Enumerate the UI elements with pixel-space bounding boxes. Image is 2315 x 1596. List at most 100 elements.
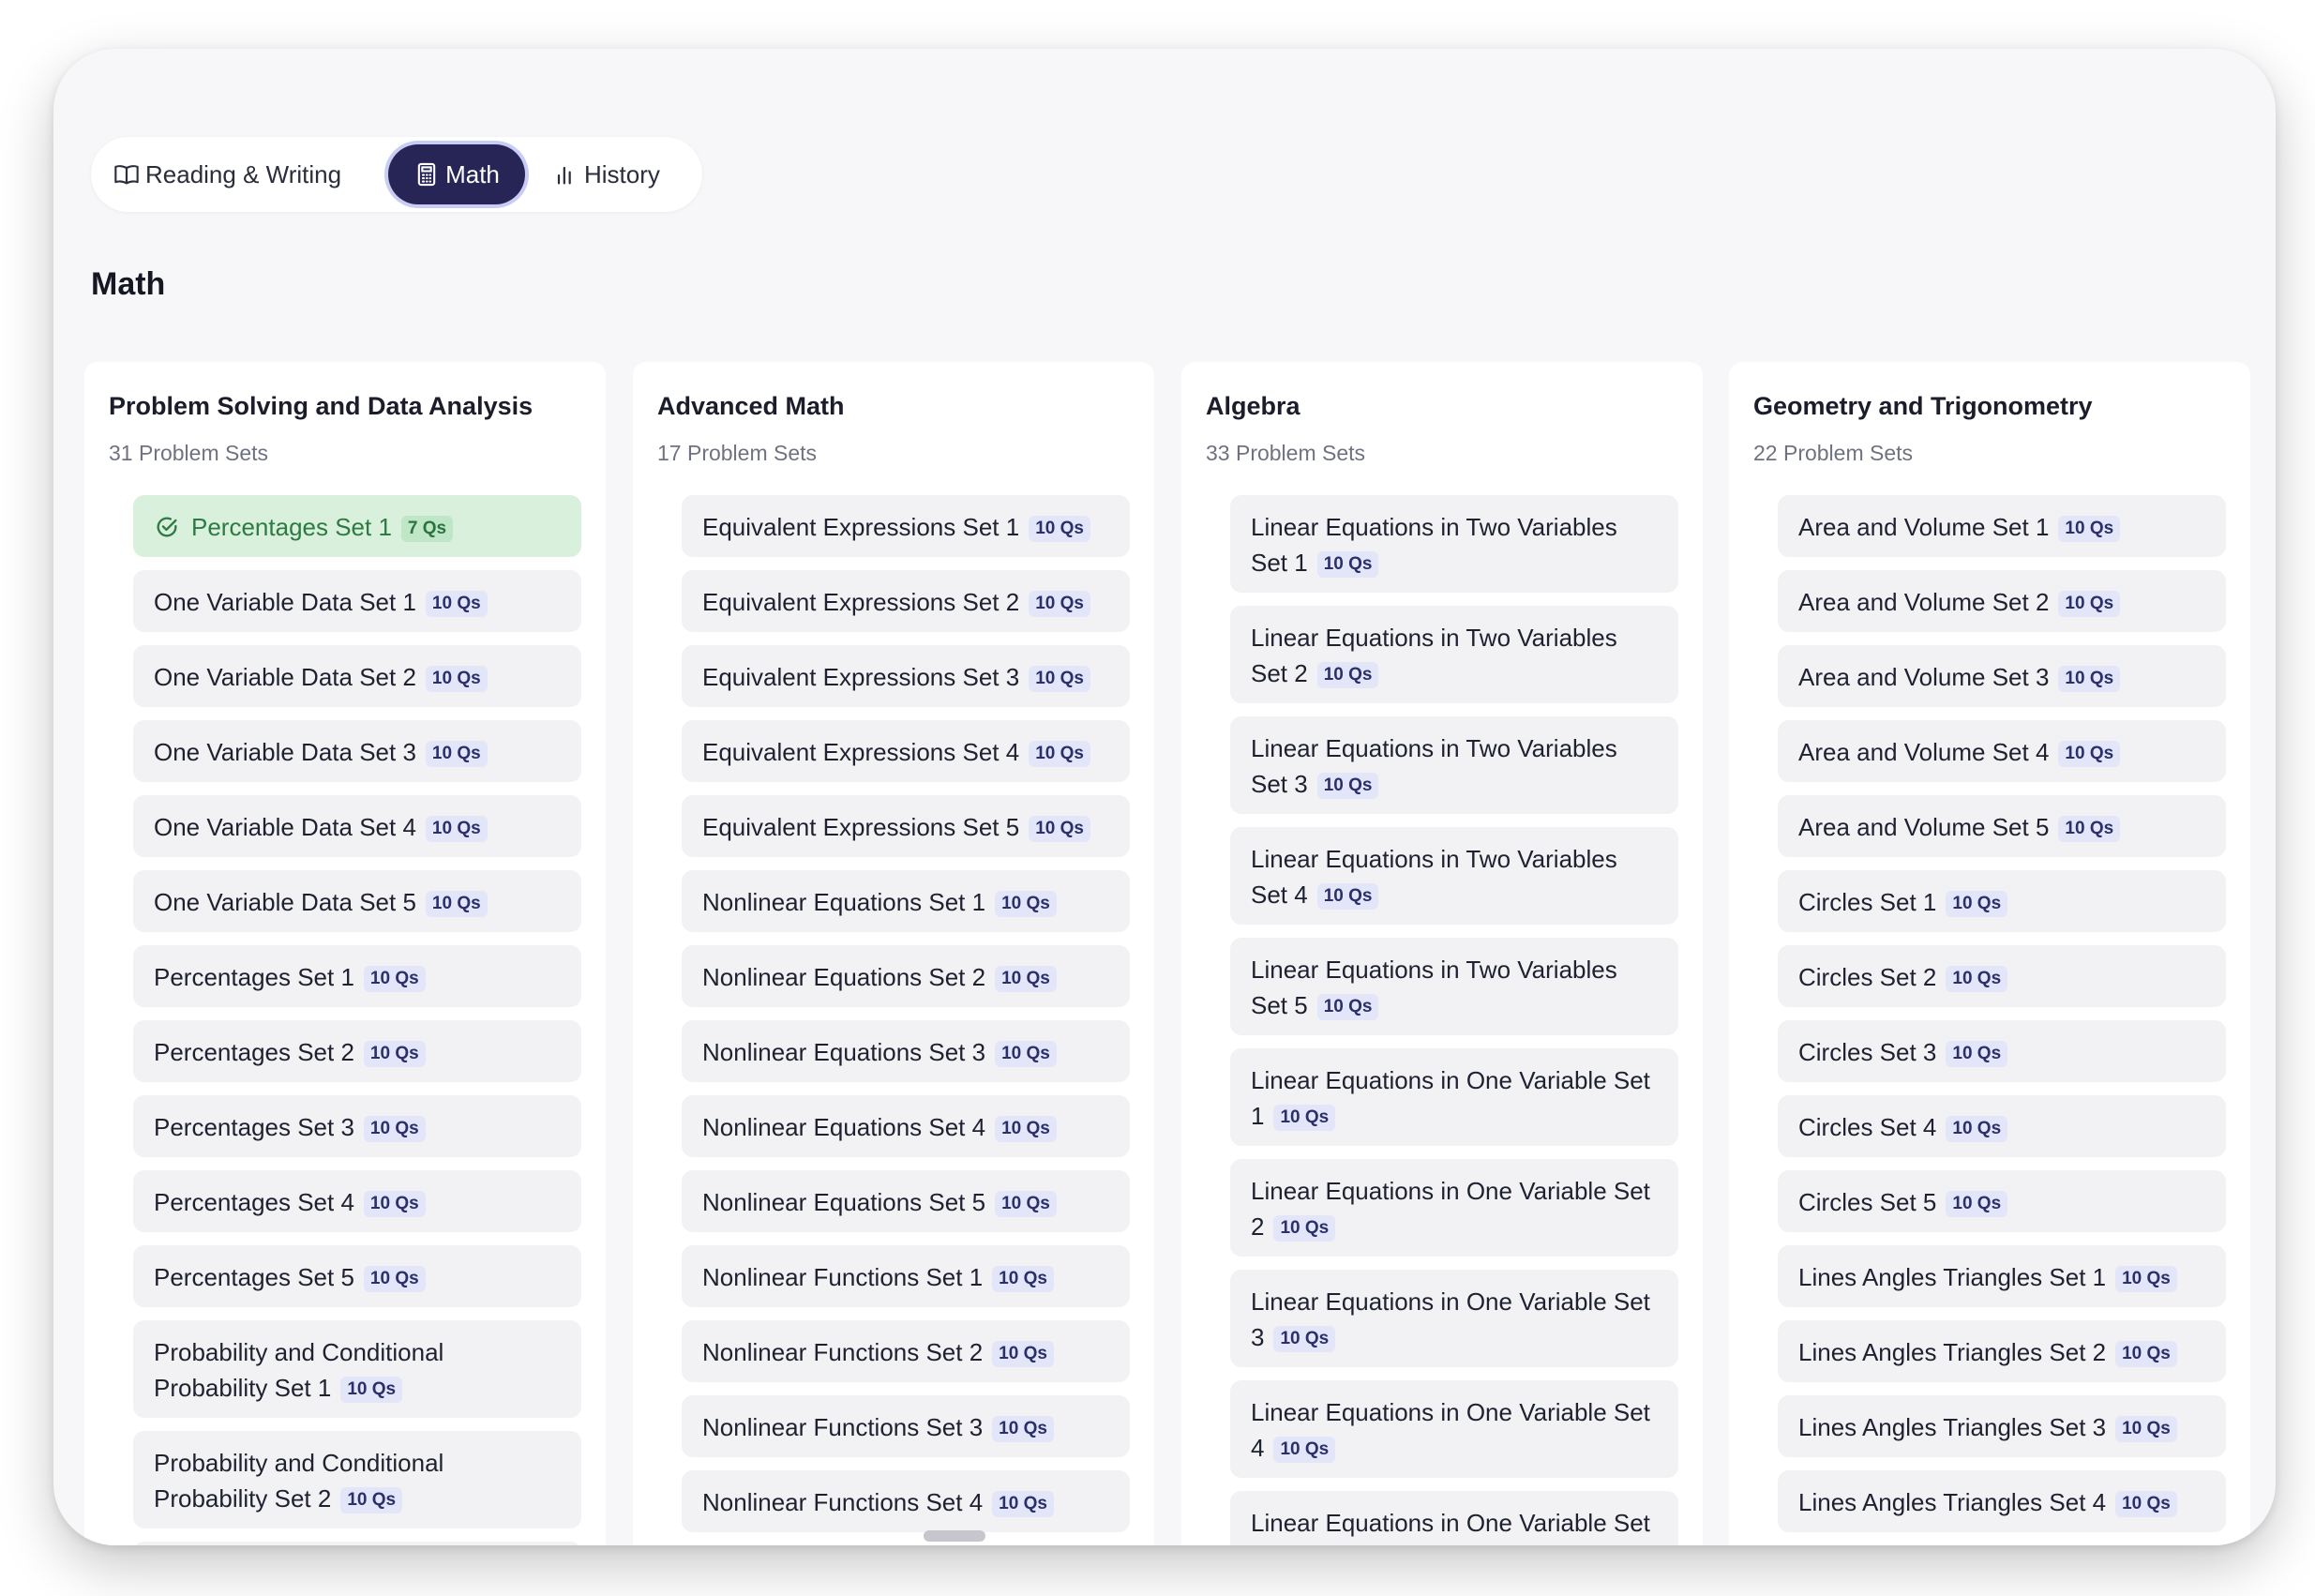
problem-set-item[interactable]: Nonlinear Equations Set 3 10 Qs — [682, 1020, 1130, 1082]
question-count-badge: 10 Qs — [1946, 1191, 2008, 1217]
problem-set-item[interactable]: Linear Equations in Two Variables Set 11… — [1230, 495, 1678, 593]
problem-set-item[interactable]: Nonlinear Functions Set 3 10 Qs — [682, 1395, 1130, 1457]
problem-set-label: Linear Equations in One Variable Set 5 — [1251, 1509, 1650, 1545]
problem-set-item[interactable]: Circles Set 3 10 Qs — [1778, 1020, 2226, 1082]
problem-set-label: Percentages Set 2 — [154, 1038, 354, 1066]
problem-set-item[interactable]: Nonlinear Functions Set 2 10 Qs — [682, 1320, 1130, 1382]
problem-set-label: Circles Set 5 — [1798, 1188, 1937, 1216]
problem-set-item[interactable]: Equivalent Expressions Set 5 10 Qs — [682, 795, 1130, 857]
tab-history[interactable]: History — [552, 144, 684, 204]
problem-set-item[interactable]: Percentages Set 1 10 Qs — [133, 945, 581, 1007]
problem-set-item[interactable]: Probability and Conditional Probability … — [133, 1542, 581, 1545]
problem-set-item[interactable]: Lines Angles Triangles Set 4 10 Qs — [1778, 1470, 2226, 1532]
problem-set-item[interactable]: Circles Set 5 10 Qs — [1778, 1170, 2226, 1232]
problem-set-item[interactable]: Lines Angles Triangles Set 2 10 Qs — [1778, 1320, 2226, 1382]
category-column-problem-solving: Problem Solving and Data Analysis 31 Pro… — [84, 362, 606, 1545]
problem-set-item[interactable]: Area and Volume Set 1 10 Qs — [1778, 495, 2226, 557]
problem-set-item[interactable]: Linear Equations in Two Variables Set 31… — [1230, 716, 1678, 814]
problem-set-item[interactable]: One Variable Data Set 5 10 Qs — [133, 870, 581, 932]
problem-set-label: Area and Volume Set 2 — [1798, 588, 2050, 616]
problem-set-label: Percentages Set 4 — [154, 1188, 354, 1216]
problem-set-label: Linear Equations in Two Variables Set 4 — [1251, 845, 1617, 909]
problem-set-item[interactable]: Percentages Set 2 10 Qs — [133, 1020, 581, 1082]
problem-set-item[interactable]: Linear Equations in One Variable Set 1 10… — [1230, 1048, 1678, 1146]
problem-set-item[interactable]: Equivalent Expressions Set 4 10 Qs — [682, 720, 1130, 782]
book-icon — [113, 161, 140, 188]
problem-set-item[interactable]: One Variable Data Set 3 10 Qs — [133, 720, 581, 782]
problem-set-item[interactable]: Area and Volume Set 2 10 Qs — [1778, 570, 2226, 632]
problem-set-label: Linear Equations in Two Variables Set 1 — [1251, 513, 1617, 577]
question-count-badge: 10 Qs — [2115, 1416, 2177, 1442]
problem-set-item[interactable]: Circles Set 2 10 Qs — [1778, 945, 2226, 1007]
question-count-badge: 10 Qs — [363, 966, 426, 992]
problem-set-item[interactable]: Nonlinear Equations Set 1 10 Qs — [682, 870, 1130, 932]
problem-set-item[interactable]: Area and Volume Set 5 10 Qs — [1778, 795, 2226, 857]
problem-set-list: Equivalent Expressions Set 1 10 Qs Equival… — [682, 495, 1130, 1545]
problem-set-list: Area and Volume Set 1 10 Qs Area and Volum… — [1778, 495, 2226, 1545]
category-column-advanced-math: Advanced Math 17 Problem Sets Equivalent… — [633, 362, 1154, 1545]
problem-set-item[interactable]: Linear Equations in Two Variables Set 51… — [1230, 938, 1678, 1035]
question-count-badge: 10 Qs — [425, 666, 488, 692]
question-count-badge: 10 Qs — [1316, 662, 1379, 688]
problem-set-label: Linear Equations in Two Variables Set 3 — [1251, 734, 1617, 798]
problem-set-item[interactable]: Nonlinear Equations Set 4 10 Qs — [682, 1095, 1130, 1157]
problem-set-label: Nonlinear Equations Set 2 — [702, 963, 986, 991]
problem-set-label: One Variable Data Set 2 — [154, 663, 416, 691]
problem-set-item[interactable]: One Variable Data Set 4 10 Qs — [133, 795, 581, 857]
problem-set-item[interactable]: Equivalent Expressions Set 2 10 Qs — [682, 570, 1130, 632]
problem-set-item[interactable]: One Variable Data Set 2 10 Qs — [133, 645, 581, 707]
problem-set-item[interactable]: Circles Set 4 10 Qs — [1778, 1095, 2226, 1157]
question-count-badge: 10 Qs — [1273, 1215, 1336, 1242]
tab-reading-writing[interactable]: Reading & Writing — [113, 144, 367, 204]
problem-set-list: Linear Equations in Two Variables Set 11… — [1230, 495, 1678, 1545]
problem-set-label: Equivalent Expressions Set 2 — [702, 588, 1020, 616]
question-count-badge: 10 Qs — [992, 1341, 1054, 1367]
problem-set-item[interactable]: Area and Volume Set 3 10 Qs — [1778, 645, 2226, 707]
problem-set-item[interactable]: Area and Volume Set 4 10 Qs — [1778, 720, 2226, 782]
problem-set-label: Nonlinear Equations Set 3 — [702, 1038, 986, 1066]
question-count-badge: 10 Qs — [363, 1191, 426, 1217]
horizontal-scrollbar-thumb[interactable] — [924, 1530, 985, 1542]
column-title: Geometry and Trigonometry — [1753, 392, 2093, 420]
problem-set-label: Nonlinear Equations Set 1 — [702, 888, 986, 916]
question-count-badge: 10 Qs — [363, 1116, 426, 1142]
problem-set-label: Linear Equations in Two Variables Set 2 — [1251, 624, 1617, 687]
problem-set-label: Lines Angles Triangles Set 3 — [1798, 1413, 2107, 1441]
problem-set-item[interactable]: Percentages Set 3 10 Qs — [133, 1095, 581, 1157]
problem-set-item[interactable]: Linear Equations in One Variable Set 2 10… — [1230, 1159, 1678, 1257]
problem-set-item[interactable]: Linear Equations in Two Variables Set 41… — [1230, 827, 1678, 925]
problem-set-item[interactable]: Lines Angles Triangles Set 1 10 Qs — [1778, 1245, 2226, 1307]
question-count-badge: 10 Qs — [2058, 591, 2121, 617]
problem-set-item[interactable]: Circles Set 1 10 Qs — [1778, 870, 2226, 932]
question-count-badge: 10 Qs — [1316, 883, 1379, 910]
tab-math[interactable]: Math — [388, 144, 525, 204]
problem-set-item[interactable]: One Variable Data Set 1 10 Qs — [133, 570, 581, 632]
question-count-badge: 10 Qs — [1273, 1326, 1336, 1352]
question-count-badge: 10 Qs — [425, 891, 488, 917]
question-count-badge: 7 Qs — [400, 516, 454, 542]
problem-set-item[interactable]: Nonlinear Equations Set 5 10 Qs — [682, 1170, 1130, 1232]
problem-set-item[interactable]: Linear Equations in Two Variables Set 21… — [1230, 606, 1678, 703]
problem-set-item[interactable]: Equivalent Expressions Set 1 10 Qs — [682, 495, 1130, 557]
question-count-badge: 10 Qs — [2115, 1266, 2177, 1292]
problem-set-item[interactable]: Percentages Set 4 10 Qs — [133, 1170, 581, 1232]
problem-set-item[interactable]: Lines Angles Triangles Set 3 10 Qs — [1778, 1395, 2226, 1457]
problem-set-list: Percentages Set 1 7 Qs One Variable Data S… — [133, 495, 581, 1545]
problem-set-item[interactable]: Linear Equations in One Variable Set 3 10… — [1230, 1270, 1678, 1367]
problem-set-item[interactable]: Probability and Conditional Probability … — [133, 1320, 581, 1418]
problem-set-item[interactable]: Linear Equations in One Variable Set 4 10… — [1230, 1380, 1678, 1478]
problem-set-item[interactable]: Percentages Set 1 7 Qs — [133, 495, 581, 557]
question-count-badge: 10 Qs — [363, 1041, 426, 1067]
problem-set-item[interactable]: Nonlinear Equations Set 2 10 Qs — [682, 945, 1130, 1007]
problem-set-item[interactable]: Percentages Set 5 10 Qs — [133, 1245, 581, 1307]
problem-set-item[interactable]: Equivalent Expressions Set 3 10 Qs — [682, 645, 1130, 707]
problem-set-item[interactable]: Nonlinear Functions Set 4 10 Qs — [682, 1470, 1130, 1532]
question-count-badge: 10 Qs — [992, 1266, 1054, 1292]
problem-set-item[interactable]: Nonlinear Functions Set 1 10 Qs — [682, 1245, 1130, 1307]
problem-set-label: Area and Volume Set 1 — [1798, 513, 2050, 541]
question-count-badge: 10 Qs — [425, 741, 488, 767]
problem-set-item[interactable]: Linear Equations in One Variable Set 510… — [1230, 1491, 1678, 1545]
question-count-badge: 10 Qs — [1316, 551, 1379, 578]
problem-set-item[interactable]: Probability and Conditional Probability … — [133, 1431, 581, 1528]
question-count-badge: 10 Qs — [2115, 1341, 2177, 1367]
